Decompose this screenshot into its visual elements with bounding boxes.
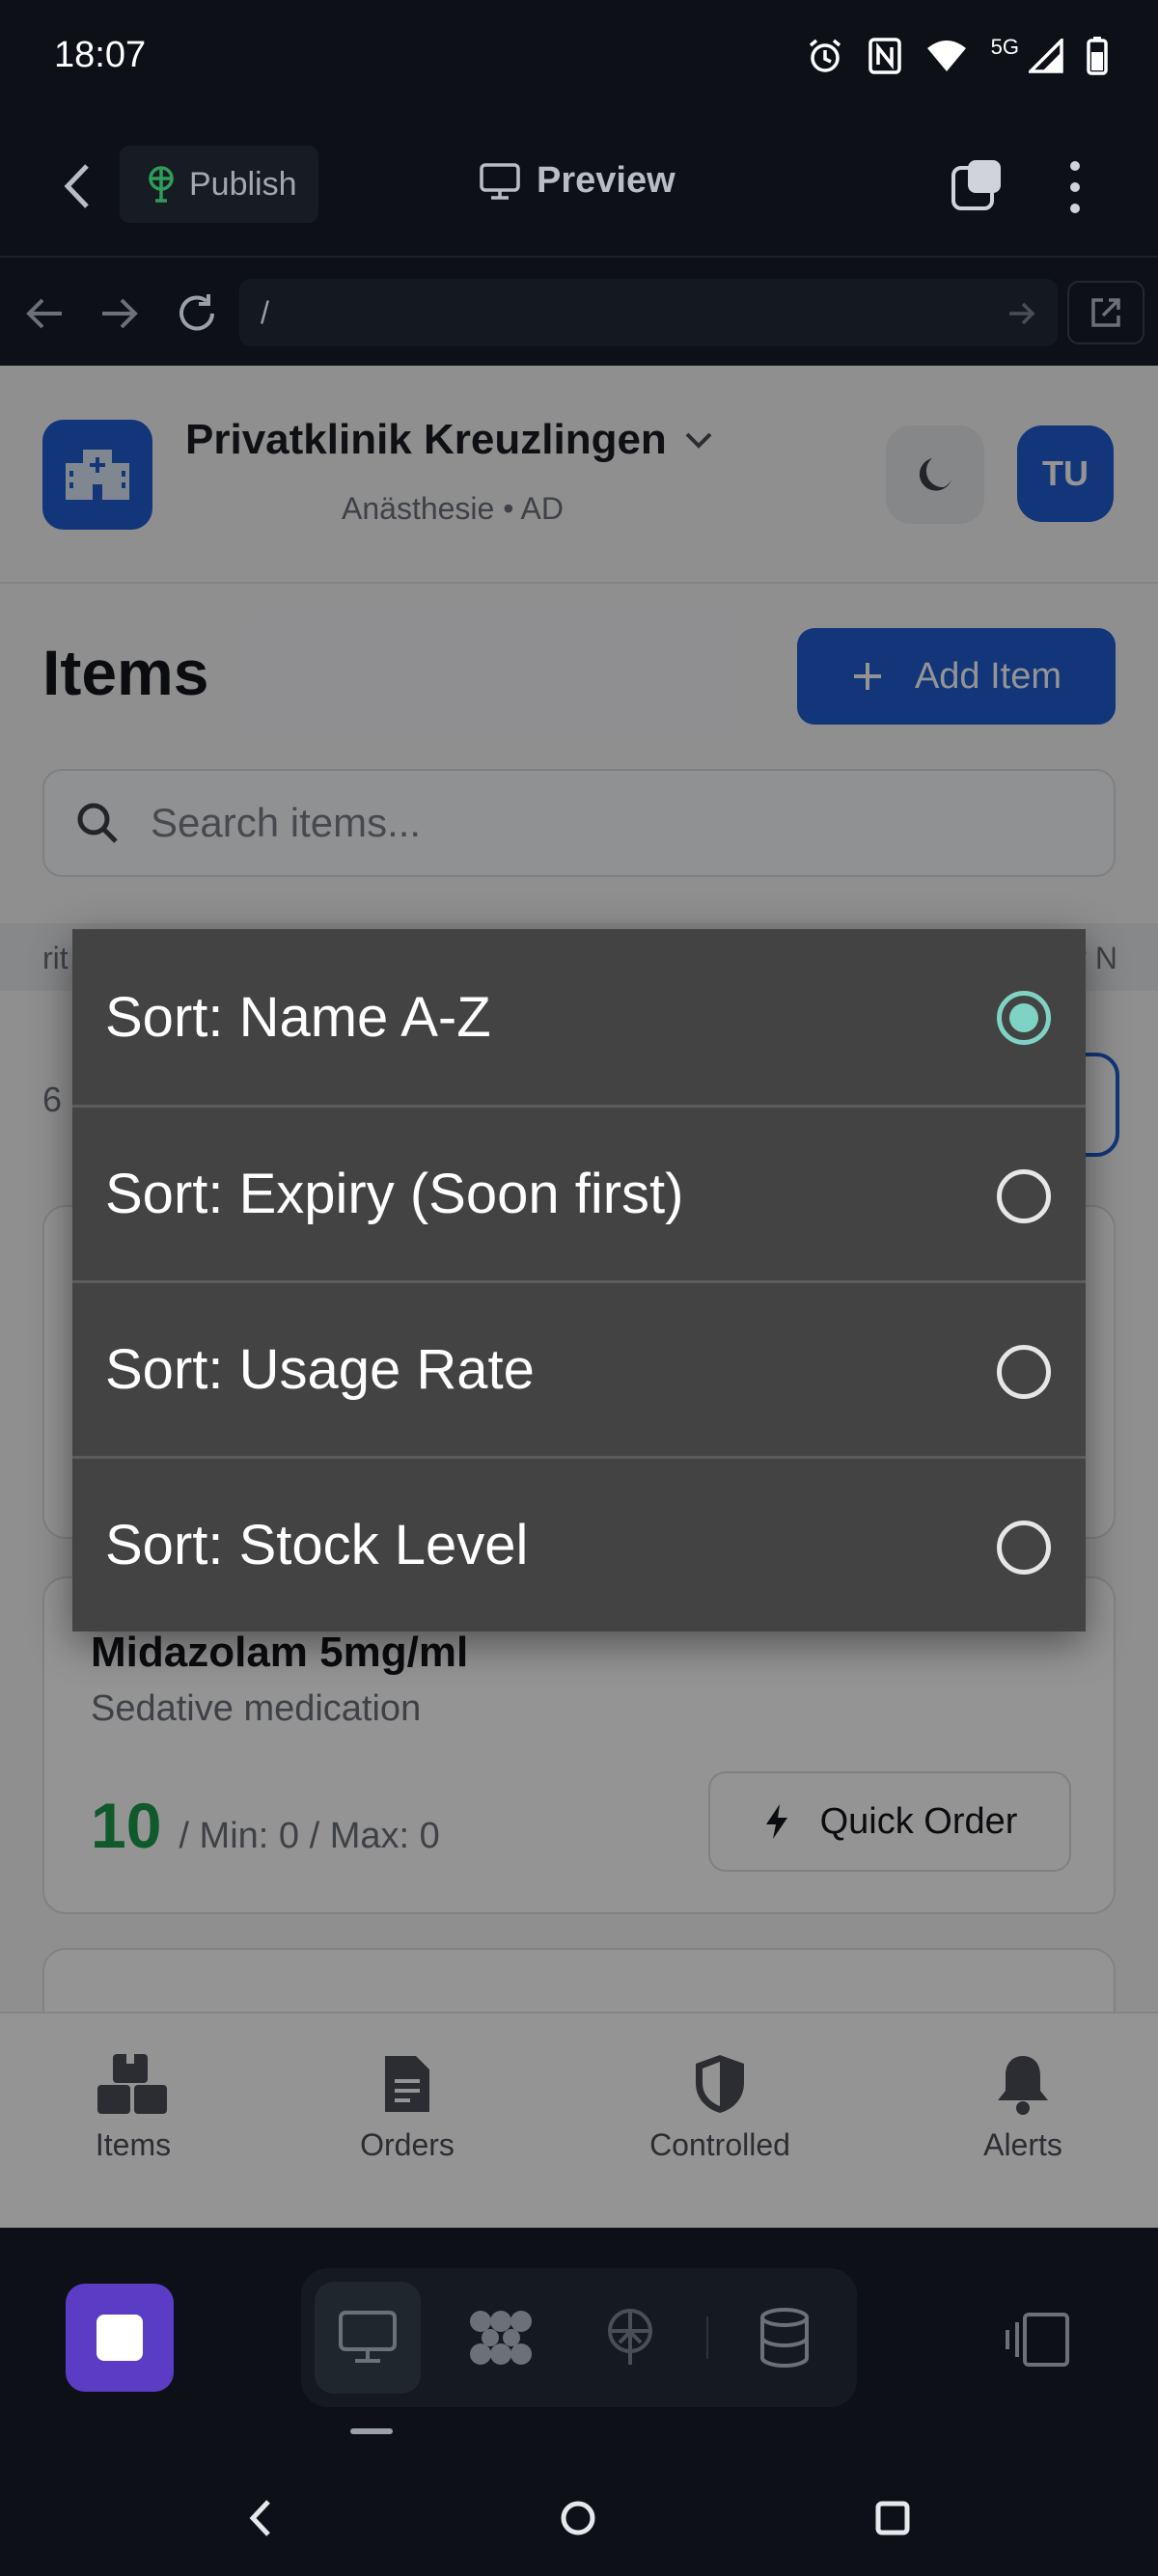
globe-upload-icon bbox=[608, 2309, 652, 2365]
nav-back-icon[interactable] bbox=[237, 2494, 286, 2542]
status-icons: 5G bbox=[806, 35, 1108, 75]
tabs-icon[interactable] bbox=[951, 158, 1005, 212]
monitor-icon bbox=[339, 2311, 397, 2363]
sort-option-usage[interactable]: Sort: Usage Rate bbox=[72, 1280, 1086, 1456]
sort-dialog: Sort: Name A-Z Sort: Expiry (Soon first)… bbox=[72, 929, 1086, 1631]
database-icon bbox=[760, 2308, 809, 2368]
android-nav-bar bbox=[0, 2459, 1158, 2576]
mode-divider bbox=[706, 2316, 708, 2359]
external-link-icon bbox=[1091, 298, 1120, 327]
radio-unselected[interactable] bbox=[997, 1521, 1051, 1575]
sort-option-label: Sort: Expiry (Soon first) bbox=[105, 1163, 684, 1225]
reload-icon[interactable] bbox=[176, 292, 218, 335]
go-arrow-icon[interactable] bbox=[1007, 300, 1036, 327]
sort-option-label: Sort: Name A-Z bbox=[105, 985, 491, 1049]
signal-icon bbox=[1029, 39, 1063, 73]
back-arrow-icon[interactable] bbox=[58, 162, 96, 210]
preview-label: Preview bbox=[537, 160, 676, 201]
wifi-icon bbox=[926, 41, 966, 71]
browser-back-icon[interactable] bbox=[23, 292, 66, 335]
grid-blob-icon bbox=[470, 2311, 532, 2365]
radio-unselected[interactable] bbox=[997, 1169, 1051, 1223]
drag-handle[interactable] bbox=[350, 2428, 393, 2434]
status-time: 18:07 bbox=[54, 35, 147, 75]
mode-switcher bbox=[301, 2268, 857, 2407]
sort-option-name[interactable]: Sort: Name A-Z bbox=[72, 929, 1086, 1105]
sort-option-expiry[interactable]: Sort: Expiry (Soon first) bbox=[72, 1105, 1086, 1280]
editor-bottom-bar bbox=[0, 2228, 1158, 2459]
publish-label: Publish bbox=[189, 165, 297, 203]
network-type: 5G bbox=[990, 35, 1019, 59]
status-bar: 18:07 5G bbox=[0, 0, 1158, 116]
monitor-icon bbox=[480, 162, 520, 200]
globe-icon bbox=[149, 166, 174, 203]
browser-forward-icon[interactable] bbox=[98, 292, 141, 335]
radio-unselected[interactable] bbox=[997, 1345, 1051, 1399]
more-vertical-icon[interactable] bbox=[1058, 158, 1092, 216]
side-panel-icon[interactable] bbox=[1004, 2311, 1071, 2369]
nfc-icon bbox=[868, 38, 901, 74]
browser-bar: / bbox=[0, 256, 1158, 366]
url-text: / bbox=[261, 295, 269, 330]
sort-option-label: Sort: Stock Level bbox=[105, 1514, 529, 1576]
mode-deploy[interactable] bbox=[577, 2282, 683, 2394]
mode-database[interactable] bbox=[731, 2282, 838, 2394]
nav-recents-icon[interactable] bbox=[868, 2494, 917, 2542]
mode-components[interactable] bbox=[448, 2282, 554, 2394]
radio-selected[interactable] bbox=[997, 991, 1051, 1045]
alarm-icon bbox=[809, 39, 841, 72]
preview-tab[interactable]: Preview bbox=[479, 160, 676, 202]
url-field[interactable]: / bbox=[239, 279, 1058, 346]
open-external-button[interactable] bbox=[1067, 281, 1144, 344]
stop-icon bbox=[96, 2315, 143, 2361]
mode-preview[interactable] bbox=[315, 2282, 421, 2394]
app-stop-button[interactable] bbox=[66, 2284, 174, 2392]
nav-home-icon[interactable] bbox=[554, 2494, 602, 2542]
sort-option-label: Sort: Usage Rate bbox=[105, 1338, 535, 1401]
publish-button[interactable]: Publish bbox=[120, 146, 318, 223]
editor-toolbar: Publish Preview bbox=[0, 116, 1158, 256]
battery-icon bbox=[1087, 37, 1108, 75]
sort-option-stock[interactable]: Sort: Stock Level bbox=[72, 1456, 1086, 1631]
